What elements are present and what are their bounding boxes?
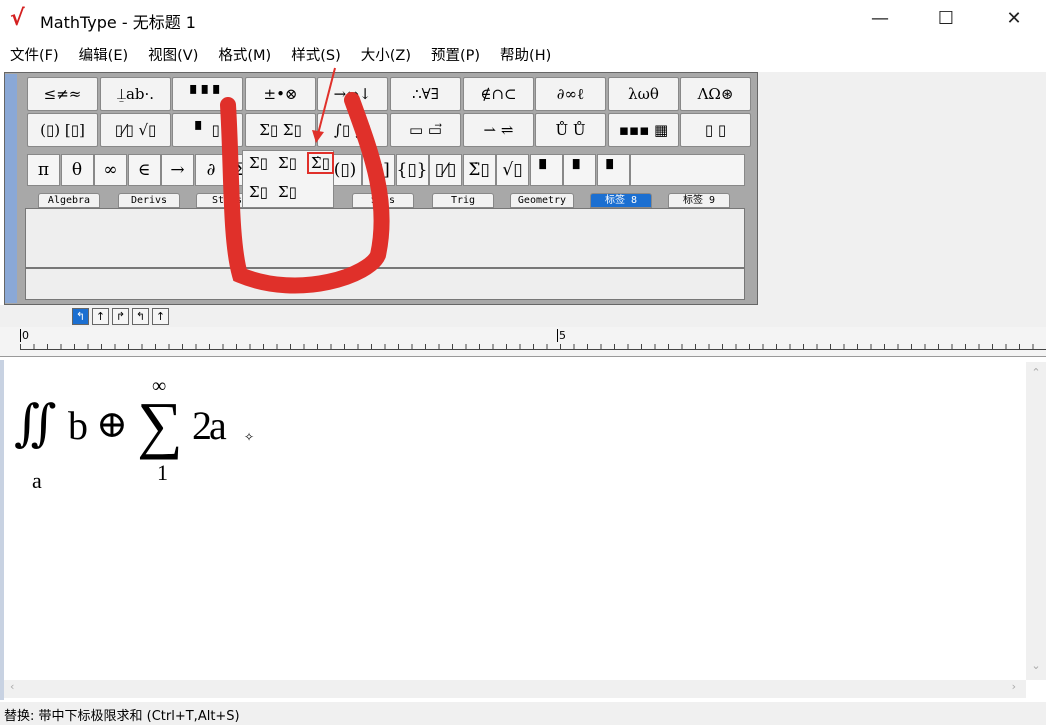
red-annotation: [220, 67, 390, 294]
red-arrow-head-icon: [312, 130, 324, 143]
red-u-stroke: [220, 92, 390, 294]
red-arrow-line: [317, 67, 336, 135]
